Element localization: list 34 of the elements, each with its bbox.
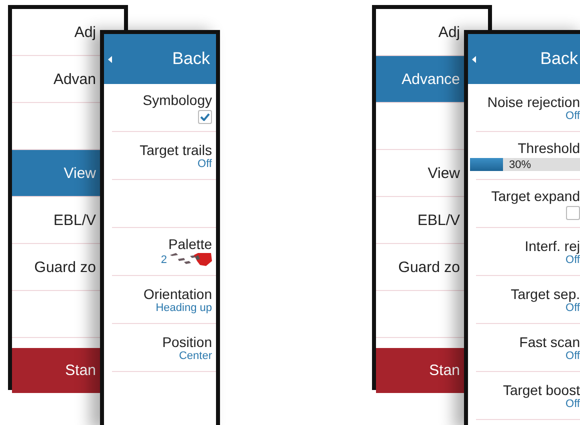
setting-label: Interf. rej (524, 238, 580, 254)
setting-label: Palette (168, 236, 212, 252)
setting-label: Target sep. (510, 286, 580, 302)
slider-reading: 30% (509, 158, 532, 170)
setting-value[interactable]: Off (566, 110, 580, 122)
setting-label: Target expand (491, 188, 580, 204)
setting-value[interactable]: Off (566, 254, 580, 266)
setting-label: Position (162, 334, 212, 350)
setting-value[interactable]: Off (566, 398, 580, 410)
setting-label: Threshold (518, 140, 580, 156)
setting-value[interactable]: Center (178, 350, 212, 362)
setting-value[interactable]: Off (566, 302, 580, 314)
slider-track[interactable]: 30% (470, 158, 580, 171)
setting-value[interactable]: 2 (160, 254, 167, 266)
checkbox[interactable] (566, 206, 580, 220)
left-arrow-icon (472, 56, 476, 62)
setting-label: Target trails (140, 142, 212, 158)
setting-value[interactable]: Off (566, 350, 580, 362)
menu-item[interactable]: Stan (376, 348, 464, 393)
palette-swatch-icon (170, 252, 212, 267)
setting-value[interactable]: Off (198, 158, 212, 170)
setting-label: Orientation (144, 286, 212, 302)
setting-label: Fast scan (519, 334, 580, 350)
back-button[interactable]: Back (468, 34, 580, 84)
menu-item[interactable]: View (12, 150, 100, 197)
setting-label: Symbology (142, 92, 212, 108)
left-arrow-icon (108, 56, 112, 62)
setting-label: Target boost (502, 382, 580, 398)
checkbox[interactable] (198, 110, 212, 124)
menu-item[interactable]: Advance (376, 56, 464, 103)
setting-value[interactable]: Heading up (156, 302, 212, 314)
menu-item[interactable]: Stan (12, 348, 100, 393)
back-button[interactable]: Back (104, 34, 216, 84)
setting-label: Noise rejection (487, 94, 580, 110)
